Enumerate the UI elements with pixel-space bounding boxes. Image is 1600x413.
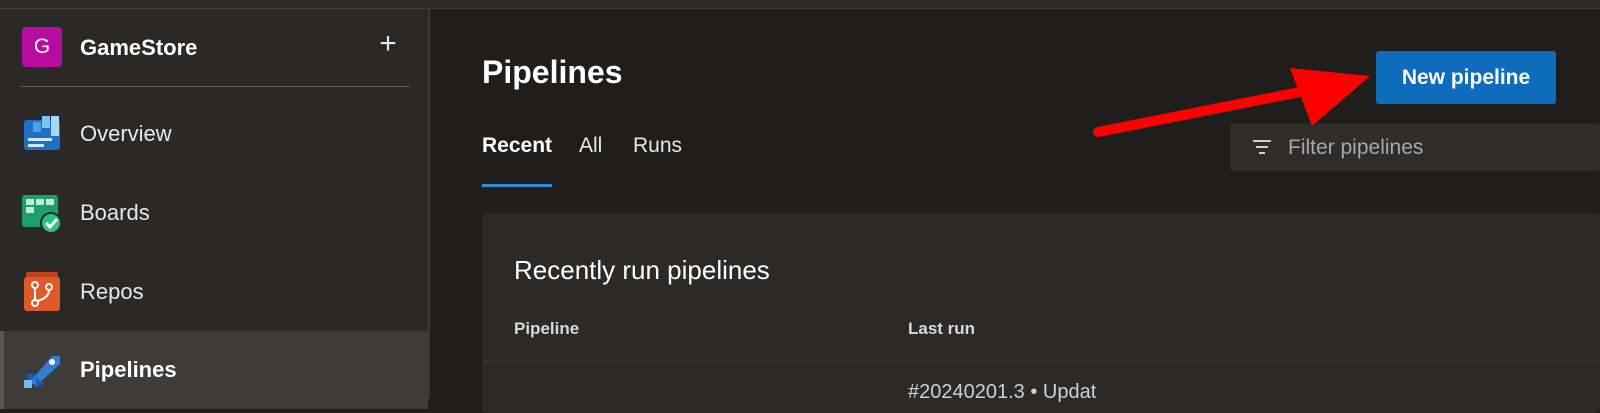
column-header-last-run: Last run (908, 319, 976, 338)
page-title: Pipelines (482, 54, 623, 90)
boards-icon (22, 195, 62, 233)
column-header-pipeline: Pipeline (514, 319, 580, 338)
last-run-cell[interactable]: #20240201.3 • Updat (908, 381, 1096, 404)
selected-indicator (0, 331, 4, 409)
add-project-button[interactable]: + (372, 29, 404, 61)
project-name: GameStore (80, 35, 198, 60)
card-title: Recently run pipelines (514, 255, 770, 285)
repos-icon (24, 272, 60, 311)
project-header[interactable]: G GameStore + (0, 9, 428, 87)
overview-icon (24, 116, 60, 150)
sidebar-item-label: Repos (80, 279, 144, 304)
main-content: Pipelines New pipeline Recent All Runs F… (430, 9, 1600, 413)
active-tab-underline (482, 184, 552, 187)
annotation-arrow-icon (1093, 68, 1370, 137)
header-divider (482, 361, 1600, 362)
tab-all[interactable]: All (579, 134, 602, 158)
tab-recent[interactable]: Recent (482, 134, 552, 158)
recent-pipelines-card: Recently run pipelines Pipeline Last run… (482, 213, 1600, 413)
sidebar-item-boards[interactable]: Boards (0, 174, 428, 252)
top-bar (0, 0, 1600, 9)
sidebar-item-label: Pipelines (80, 357, 177, 382)
sidebar: G GameStore + Overview Boards Repos Pipe… (0, 9, 430, 409)
sidebar-item-overview[interactable]: Overview (0, 95, 428, 173)
sidebar-item-label: Boards (80, 200, 150, 225)
new-pipeline-button[interactable]: New pipeline (1376, 51, 1556, 104)
sidebar-item-repos[interactable]: Repos (0, 253, 428, 331)
pipelines-icon (24, 356, 60, 388)
tab-runs[interactable]: Runs (633, 134, 682, 158)
sidebar-item-pipelines[interactable]: Pipelines (0, 331, 428, 409)
sidebar-item-label: Overview (80, 121, 172, 146)
project-avatar: G (22, 27, 62, 67)
sidebar-divider (20, 86, 410, 87)
